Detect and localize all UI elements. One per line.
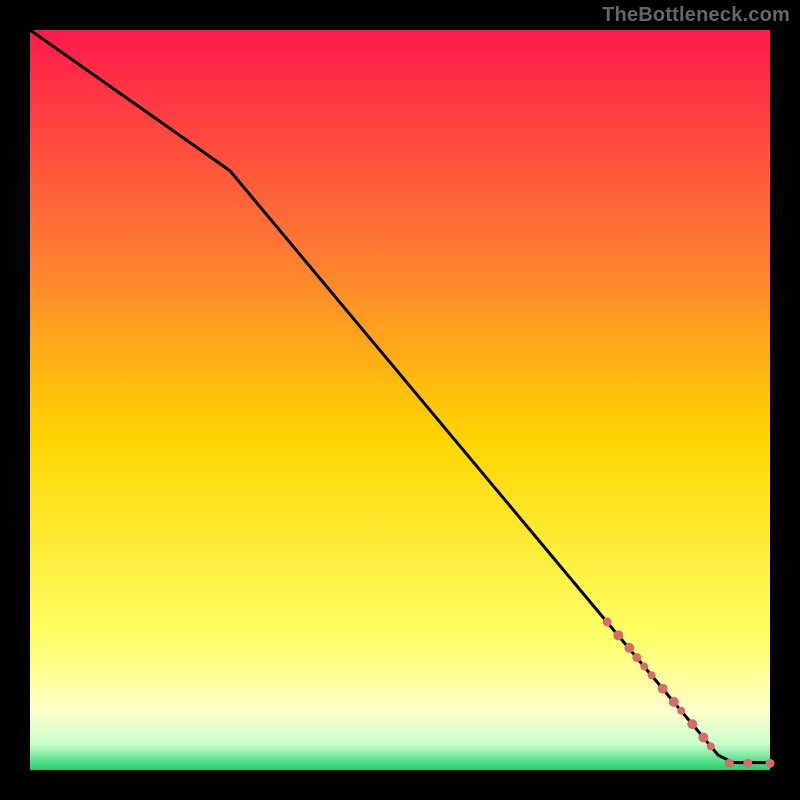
data-point — [658, 684, 668, 694]
data-point — [725, 759, 734, 768]
data-point — [766, 759, 775, 768]
data-point — [640, 662, 648, 670]
data-point — [624, 643, 634, 653]
bottleneck-chart — [0, 0, 800, 800]
chart-container: TheBottleneck.com — [0, 0, 800, 800]
data-point — [648, 671, 656, 679]
data-point — [613, 630, 623, 640]
data-point — [707, 742, 715, 750]
data-point — [677, 707, 685, 715]
plot-area — [30, 30, 770, 770]
data-point — [743, 759, 752, 768]
data-point — [687, 719, 697, 729]
data-point — [669, 697, 679, 707]
data-point — [603, 618, 612, 627]
watermark-label: TheBottleneck.com — [602, 4, 790, 27]
data-point — [632, 653, 641, 662]
data-point — [698, 732, 708, 742]
